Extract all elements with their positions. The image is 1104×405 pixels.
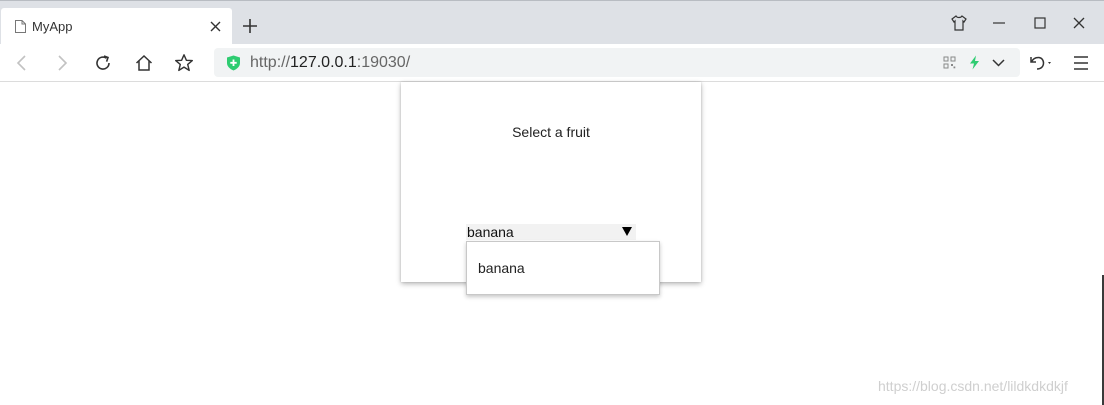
window-close-icon[interactable] — [1070, 14, 1088, 32]
option-label: banana — [478, 260, 525, 276]
selected-value: banana — [467, 224, 514, 240]
star-icon[interactable] — [174, 53, 194, 73]
reload-icon[interactable] — [93, 53, 113, 73]
dropdown-arrow-icon — [622, 227, 632, 236]
navigation-toolbar: http://127.0.0.1:19030/ — [0, 44, 1104, 82]
watermark-text: https://blog.csdn.net/lildkdkdkjf — [878, 378, 1068, 394]
fruit-select[interactable]: banana — [466, 224, 636, 240]
shield-icon — [227, 55, 240, 71]
home-icon[interactable] — [134, 53, 154, 73]
tab-title: MyApp — [32, 19, 73, 34]
url-text: http://127.0.0.1:19030/ — [250, 54, 410, 72]
fruit-options-menu: banana — [466, 241, 660, 295]
tab-strip: MyApp — [0, 0, 1104, 45]
close-icon[interactable] — [209, 20, 222, 33]
url-scheme: http:// — [250, 54, 291, 71]
menu-icon[interactable] — [1071, 53, 1091, 73]
skin-icon[interactable] — [950, 14, 968, 32]
browser-chrome: MyApp http://127.0.0.1:19030/ — [0, 0, 1104, 82]
forward-icon[interactable] — [52, 53, 72, 73]
option-banana[interactable]: banana — [467, 250, 659, 286]
address-bar[interactable]: http://127.0.0.1:19030/ — [214, 48, 1020, 77]
chevron-down-icon[interactable] — [991, 55, 1006, 70]
url-path: :19030/ — [356, 54, 411, 71]
maximize-icon[interactable] — [1031, 14, 1049, 32]
url-host: 127.0.0.1 — [290, 54, 357, 71]
minimize-icon[interactable] — [990, 14, 1008, 32]
select-prompt: Select a fruit — [512, 124, 590, 140]
qr-icon[interactable] — [942, 55, 957, 70]
plus-icon[interactable] — [241, 17, 259, 35]
undo-icon[interactable] — [1026, 53, 1056, 73]
bolt-icon[interactable] — [967, 55, 982, 70]
back-icon[interactable] — [12, 53, 32, 73]
page-icon — [15, 20, 26, 33]
tab-myapp[interactable]: MyApp — [1, 8, 232, 45]
